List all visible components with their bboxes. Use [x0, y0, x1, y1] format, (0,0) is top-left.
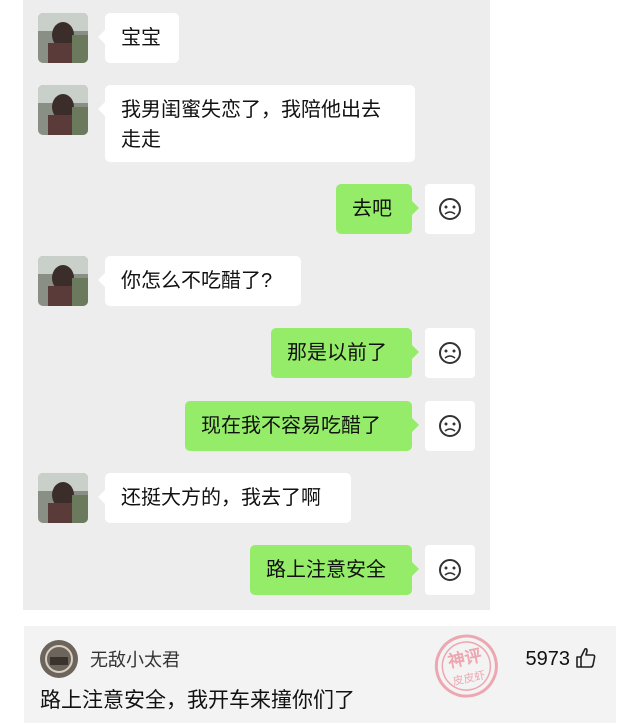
message-bubble[interactable]: 那是以前了 — [271, 328, 419, 378]
message-bubble[interactable]: 去吧 — [336, 184, 419, 234]
message-bubble[interactable]: 还挺大方的，我去了啊 — [98, 473, 351, 523]
comment-text: 路上注意安全，我开车来撞你们了 — [40, 689, 355, 712]
message-text: 那是以前了 — [287, 342, 387, 364]
message-text: 还挺大方的，我去了啊 — [121, 487, 321, 509]
comment-card: 无敌小太君 5973 路上注意安全，我开车来撞你们了 — [24, 626, 616, 723]
message-text: 路上注意安全 — [266, 559, 386, 581]
girlfriend-avatar — [38, 473, 88, 523]
girlfriend-avatar — [38, 13, 88, 63]
commenter-avatar[interactable] — [40, 640, 78, 678]
sticker-face-icon — [425, 328, 475, 378]
thumbs-up-icon[interactable] — [574, 646, 598, 670]
message-text: 去吧 — [352, 198, 392, 220]
message-text: 你怎么不吃醋了? — [121, 270, 273, 292]
girlfriend-avatar — [38, 85, 88, 135]
stamp-text: 神评 — [446, 645, 484, 673]
message-bubble[interactable]: 我男闺蜜失恋了，我陪他出去走走 — [98, 85, 415, 162]
god-comment-stamp: 神评 皮皮虾 — [418, 630, 516, 708]
sticker-face-icon — [425, 401, 475, 451]
message-text: 宝宝 — [121, 27, 161, 49]
message-text: 现在我不容易吃醋了 — [201, 415, 381, 437]
sticker-face-icon — [425, 545, 475, 595]
message-bubble[interactable]: 路上注意安全 — [250, 545, 419, 595]
commenter-username[interactable]: 无敌小太君 — [90, 646, 180, 672]
chat-screenshot: 宝宝 我男闺蜜失恋了，我陪他出去走走 去吧 你怎么不吃醋了? 那是以前了 现在我… — [23, 0, 490, 610]
message-text: 我男闺蜜失恋了，我陪他出去走走 — [121, 99, 381, 151]
like-count: 5973 — [525, 648, 571, 670]
sticker-face-icon — [425, 184, 475, 234]
message-bubble[interactable]: 宝宝 — [98, 13, 179, 63]
message-bubble[interactable]: 现在我不容易吃醋了 — [185, 401, 419, 451]
message-bubble[interactable]: 你怎么不吃醋了? — [98, 256, 301, 306]
girlfriend-avatar — [38, 256, 88, 306]
